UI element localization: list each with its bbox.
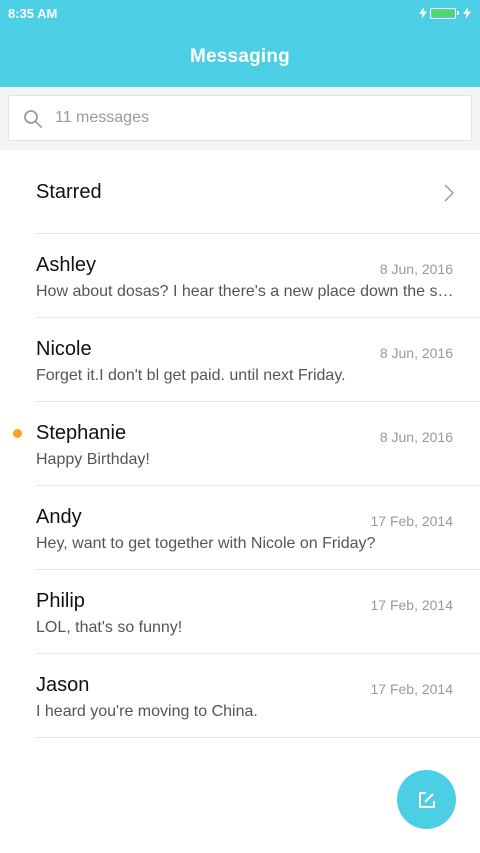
charging-bolt-icon xyxy=(463,7,471,19)
message-date: 8 Jun, 2016 xyxy=(379,345,453,361)
search-box[interactable] xyxy=(8,95,472,141)
starred-row[interactable]: Starred xyxy=(0,150,480,234)
message-date: 8 Jun, 2016 xyxy=(379,429,453,445)
battery-icon xyxy=(430,7,459,19)
app-header: 8:35 AM Messaging xyxy=(0,0,480,87)
search-bar xyxy=(0,87,480,150)
battery-fill xyxy=(432,9,454,17)
message-date: 17 Feb, 2014 xyxy=(370,597,453,613)
message-preview: Happy Birthday! xyxy=(36,451,150,468)
status-time: 8:35 AM xyxy=(8,6,58,21)
contact-name: Philip xyxy=(36,590,85,612)
message-preview: Forget it.I don't bl get paid. until nex… xyxy=(36,367,346,384)
charging-bolt-icon xyxy=(419,7,427,19)
starred-label: Starred xyxy=(36,181,102,203)
conversation-item-jason[interactable]: Jason 17 Feb, 2014 I heard you're moving… xyxy=(0,654,480,738)
message-preview: Hey, want to get together with Nicole on… xyxy=(36,535,376,552)
compose-button[interactable] xyxy=(397,770,456,829)
contact-name: Ashley xyxy=(36,254,97,276)
contact-name: Nicole xyxy=(36,338,92,360)
unread-indicator xyxy=(13,429,22,438)
contact-name: Andy xyxy=(36,506,82,528)
conversation-item-ashley[interactable]: Ashley 8 Jun, 2016 How about dosas? I he… xyxy=(0,234,480,318)
status-icons xyxy=(419,7,472,19)
conversation-item-nicole[interactable]: Nicole 8 Jun, 2016 Forget it.I don't bl … xyxy=(0,318,480,402)
message-preview: LOL, that's so funny! xyxy=(36,619,183,636)
contact-name: Jason xyxy=(36,674,90,696)
search-icon xyxy=(24,110,42,128)
message-date: 8 Jun, 2016 xyxy=(379,261,453,277)
message-preview: How about dosas? I hear there's a new pl… xyxy=(36,283,454,300)
search-input[interactable] xyxy=(55,96,455,140)
page-title: Messaging xyxy=(190,46,290,67)
divider xyxy=(36,737,480,738)
message-preview: I heard you're moving to China. xyxy=(36,703,258,720)
conversation-list: Starred Ashley 8 Jun, 2016 How about dos… xyxy=(0,150,480,738)
contact-name: Stephanie xyxy=(36,422,127,444)
message-date: 17 Feb, 2014 xyxy=(370,681,453,697)
status-bar: 8:35 AM xyxy=(0,0,480,28)
conversation-item-andy[interactable]: Andy 17 Feb, 2014 Hey, want to get toget… xyxy=(0,486,480,570)
message-date: 17 Feb, 2014 xyxy=(370,513,453,529)
conversation-item-stephanie[interactable]: Stephanie 8 Jun, 2016 Happy Birthday! xyxy=(0,402,480,486)
conversation-item-philip[interactable]: Philip 17 Feb, 2014 LOL, that's so funny… xyxy=(0,570,480,654)
compose-icon xyxy=(418,791,435,808)
chevron-right-icon xyxy=(444,184,454,202)
